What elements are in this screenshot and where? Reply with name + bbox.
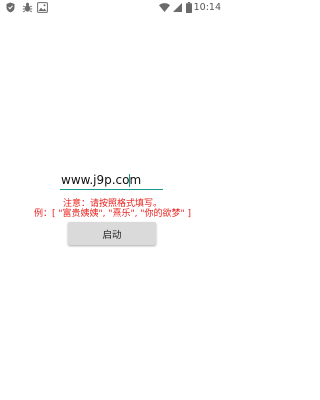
clock-time: 10:14 [193, 2, 221, 13]
signal-icon [173, 3, 182, 12]
shield-icon [6, 2, 15, 13]
image-icon [37, 2, 48, 13]
status-bar: 10:14 [0, 0, 225, 16]
text-caret [129, 174, 130, 187]
bug-icon [22, 2, 33, 13]
format-example: 例：[ "富贵姨姨", "熹乐", "你的欲梦" ] [33, 209, 192, 219]
url-input[interactable] [60, 170, 163, 190]
battery-icon [186, 2, 192, 13]
start-button[interactable]: 启动 [68, 222, 156, 245]
url-input-wrapper [60, 170, 163, 192]
wifi-icon [159, 3, 170, 12]
